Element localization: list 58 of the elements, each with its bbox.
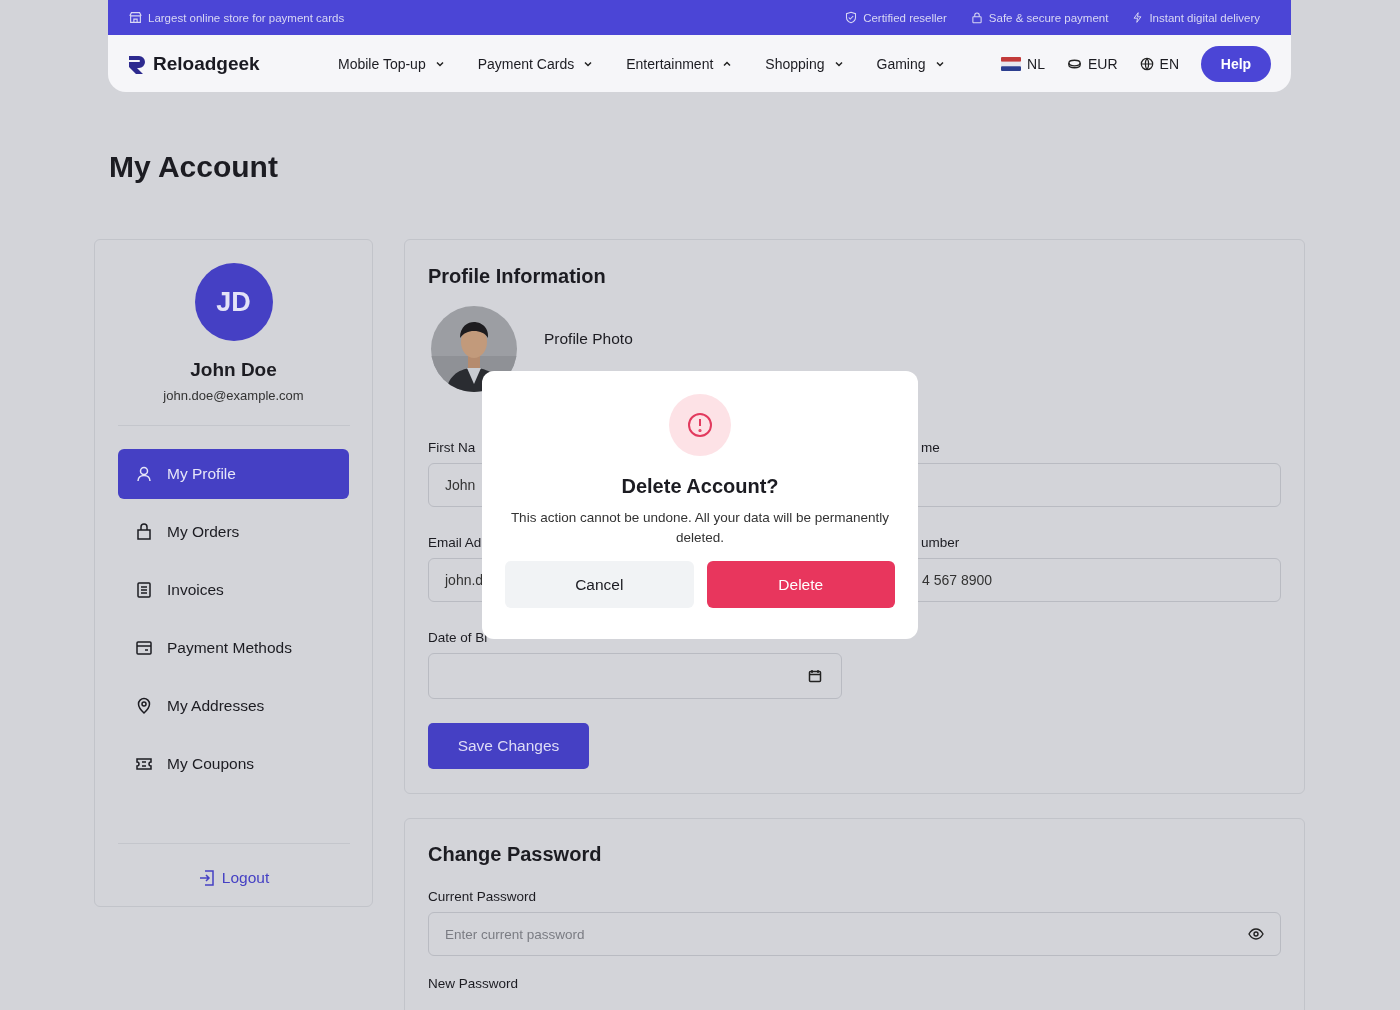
save-button[interactable]: Save Changes: [428, 723, 589, 769]
bolt-icon: [1132, 11, 1144, 24]
field-label: umber: [921, 535, 960, 550]
language-selector[interactable]: EN: [1139, 55, 1179, 72]
currency-selector[interactable]: EUR: [1067, 55, 1118, 72]
user-name: John Doe: [190, 359, 277, 381]
lock-icon: [970, 11, 983, 24]
logout-link[interactable]: Logout: [197, 869, 270, 887]
menu-item[interactable]: Payment Cards: [477, 55, 594, 72]
menu-item[interactable]: Entertainment: [626, 55, 733, 72]
logo-link[interactable]: Reloadgeek: [125, 51, 338, 76]
menu-item[interactable]: Gaming: [876, 55, 945, 72]
location-icon: [135, 697, 153, 715]
field-label: Date of Bi: [428, 630, 488, 645]
dialog-message: This action cannot be undone. All your data will be permanently deleted.: [509, 509, 891, 547]
calendar-icon: [808, 669, 822, 683]
region-selector[interactable]: NL: [1001, 55, 1045, 72]
avatar: JD: [194, 263, 273, 341]
delete-button[interactable]: Delete: [706, 561, 895, 608]
user-email: john.doe@example.com: [163, 388, 304, 403]
menu-item[interactable]: Mobile Top-up: [338, 55, 445, 72]
dialog-title: Delete Account?: [621, 475, 779, 498]
page-title: My Account: [109, 149, 279, 185]
tagline: Largest online store for payment cards: [148, 11, 345, 24]
eye-icon[interactable]: [1248, 928, 1264, 940]
section-title: Change Password: [428, 843, 603, 867]
field-label: First Na: [428, 440, 476, 455]
trust-label: Instant digital delivery: [1149, 11, 1260, 24]
logout-icon: [197, 869, 216, 887]
photo-label: Profile Photo: [544, 329, 633, 348]
date-field[interactable]: [428, 653, 842, 699]
sidebar-item[interactable]: My Addresses: [118, 681, 349, 731]
ticket-icon: [135, 755, 153, 773]
card-icon: [135, 639, 153, 657]
bag-icon: [135, 523, 153, 541]
sidebar-item[interactable]: Invoices: [118, 565, 349, 615]
section-title: Profile Information: [428, 265, 607, 289]
cancel-button[interactable]: Cancel: [505, 561, 694, 608]
field-label: Email Ad: [428, 535, 482, 550]
globe-icon: [1139, 56, 1154, 71]
sidebar-item[interactable]: Payment Methods: [118, 623, 349, 673]
help-button[interactable]: Help: [1201, 45, 1271, 82]
trust-label: Safe & secure payment: [988, 11, 1109, 24]
field-label: Current Password: [428, 889, 538, 904]
placeholder-text: Enter current password: [445, 926, 585, 942]
document-icon: [135, 581, 153, 599]
sidebar-item[interactable]: My Profile: [118, 449, 349, 499]
user-icon: [135, 465, 153, 483]
trust-label: Certified reseller: [863, 11, 947, 24]
sidebar-item[interactable]: My Orders: [118, 507, 349, 557]
sidebar-item[interactable]: My Coupons: [118, 739, 349, 789]
store-icon: [129, 11, 142, 24]
shield-icon: [845, 11, 858, 24]
coins-icon: [1067, 57, 1082, 70]
menu-item[interactable]: Shopping: [765, 55, 844, 72]
field-label: New Password: [428, 976, 520, 991]
flag-icon: [1001, 56, 1022, 71]
field-label: me: [921, 440, 940, 455]
